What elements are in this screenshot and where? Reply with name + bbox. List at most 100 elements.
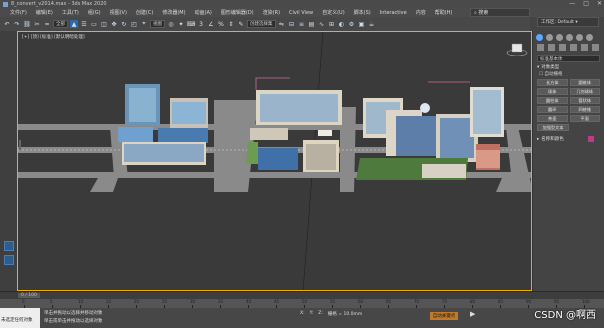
sphere-button[interactable]: 球体 (537, 88, 568, 95)
time-slider-frame: 0 / 100 (18, 293, 40, 298)
modify-tab-icon[interactable] (546, 34, 553, 41)
schematic-view-icon[interactable]: ⊞ (328, 20, 336, 28)
object-color-swatch[interactable] (588, 136, 594, 142)
time-slider[interactable]: 0 / 100 (0, 291, 604, 299)
play-icon[interactable]: ▶ (470, 310, 475, 318)
menu-item[interactable]: 图形编辑器(D) (221, 9, 254, 16)
minimize-button[interactable]: — (569, 0, 575, 7)
torus-button[interactable]: 圆环 (537, 106, 568, 113)
menu-item[interactable]: Interactive (380, 10, 407, 16)
select-manipulate-icon[interactable]: ✦ (177, 20, 185, 28)
viewport-resize-handle[interactable] (19, 140, 21, 150)
workspace-dropdown[interactable]: 工作区: Default ▾ (537, 17, 599, 27)
place-icon[interactable]: ⌖ (140, 20, 148, 28)
box-button[interactable]: 长方体 (537, 79, 568, 86)
menu-item[interactable]: 创建(C) (136, 9, 153, 16)
menu-item[interactable]: Civil View (289, 10, 313, 16)
menu-item[interactable]: 视图(V) (110, 9, 127, 16)
coord-y[interactable]: Y: (310, 311, 314, 317)
textplus-button[interactable]: 加强型文本 (537, 124, 569, 131)
curve-editor-icon[interactable]: ∿ (318, 20, 326, 28)
populate-icon[interactable] (3, 241, 14, 251)
angle-snap-icon[interactable]: ∠ (207, 20, 215, 28)
coord-x[interactable]: X: (300, 311, 305, 317)
maximize-button[interactable]: □ (583, 0, 589, 7)
viewport-layout-icon[interactable] (3, 255, 14, 265)
redo-icon[interactable]: ↷ (13, 20, 21, 28)
undo-icon[interactable]: ↶ (3, 20, 11, 28)
percent-snap-icon[interactable]: % (217, 20, 225, 28)
scale-icon[interactable]: ◰ (130, 20, 138, 28)
rect-selection-icon[interactable]: ▭ (90, 20, 98, 28)
viewport-label[interactable]: [+] [顶] [标准] [默认明暗处理] (22, 34, 85, 40)
search-input[interactable]: ⌕ 搜索 (470, 8, 530, 17)
hierarchy-tab-icon[interactable] (556, 34, 563, 41)
pivot-center-icon[interactable]: ◎ (167, 20, 175, 28)
snap-icon[interactable]: 3 (197, 20, 205, 28)
rollout-object-type[interactable]: ▾ 对象类型 (537, 64, 600, 71)
coord-z[interactable]: Z: (318, 311, 323, 317)
menu-item[interactable]: 动画(A) (195, 9, 212, 16)
tube-button[interactable]: 管状体 (569, 97, 600, 104)
move-icon[interactable]: ✥ (110, 20, 118, 28)
helpers-icon[interactable] (581, 44, 588, 51)
autogrid-checkbox[interactable]: ☐ 自动栅格 (539, 71, 598, 77)
align-icon[interactable]: ⊟ (288, 20, 296, 28)
menu-item[interactable]: 文件(F) (10, 9, 27, 16)
category-dropdown[interactable]: 标准基本体 (537, 55, 600, 62)
menu-item[interactable]: 内容 (416, 9, 426, 16)
link-icon[interactable]: ⛓ (23, 20, 31, 28)
spinner-snap-icon[interactable]: ⇕ (227, 20, 235, 28)
ribbon-icon[interactable]: ▤ (308, 20, 316, 28)
viewcube[interactable] (506, 42, 528, 57)
rotate-icon[interactable]: ↻ (120, 20, 128, 28)
rollout-name-color[interactable]: ▸ 名称和颜色 (537, 136, 600, 142)
menu-item[interactable]: 脚本(S) (354, 9, 371, 16)
shapes-icon[interactable] (548, 44, 555, 51)
window-crossing-icon[interactable]: ◫ (100, 20, 108, 28)
geometry-icon[interactable] (537, 44, 544, 51)
motion-tab-icon[interactable] (566, 34, 573, 41)
unlink-icon[interactable]: ✂ (33, 20, 41, 28)
rendered-frame-icon[interactable]: ▣ (358, 20, 366, 28)
named-selection-set-dropdown[interactable]: 创建选择集 (247, 20, 276, 28)
create-tab-icon[interactable] (536, 34, 543, 41)
geosphere-button[interactable]: 几何球体 (569, 88, 600, 95)
render-icon[interactable]: ☕ (368, 20, 376, 28)
mirror-icon[interactable]: ⇋ (278, 20, 286, 28)
viewport-perspective[interactable]: [+] [顶] [标准] [默认明暗处理] (17, 31, 532, 291)
render-setup-icon[interactable]: ⚙ (348, 20, 356, 28)
material-editor-icon[interactable]: ◐ (338, 20, 346, 28)
primitive-buttons: 长方体 圆锥体 球体 几何球体 圆柱体 管状体 圆环 四棱锥 茶壶 平面 (537, 79, 600, 122)
menu-item[interactable]: 修改器(M) (162, 9, 185, 16)
cameras-icon[interactable] (570, 44, 577, 51)
plane-button[interactable]: 平面 (569, 115, 600, 122)
select-object-icon[interactable]: ▲ (70, 20, 78, 28)
edit-named-sets-icon[interactable]: ✎ (237, 20, 245, 28)
menu-item[interactable]: 帮助(H) (435, 9, 453, 16)
main-toolbar: ↶ ↷ ⛓ ✂ ≈ 全部 ▲ ☰ ▭ ◫ ✥ ↻ ◰ ⌖ 视图 ◎ ✦ ⌨ 3 … (0, 17, 530, 31)
menu-item[interactable]: 工具(T) (62, 9, 79, 16)
lights-icon[interactable] (559, 44, 566, 51)
teapot-button[interactable]: 茶壶 (537, 115, 568, 122)
cone-button[interactable]: 圆锥体 (569, 79, 600, 86)
ruler-tick-label: 20 (134, 299, 140, 304)
close-button[interactable]: ✕ (597, 0, 602, 7)
menu-item[interactable]: 自定义(U) (322, 9, 345, 16)
reference-coordinate-dropdown[interactable]: 视图 (150, 20, 165, 28)
select-by-name-icon[interactable]: ☰ (80, 20, 88, 28)
utilities-tab-icon[interactable] (586, 34, 593, 41)
bind-space-warp-icon[interactable]: ≈ (43, 20, 51, 28)
cylinder-button[interactable]: 圆柱体 (537, 97, 568, 104)
display-tab-icon[interactable] (576, 34, 583, 41)
layer-explorer-icon[interactable]: ≡ (298, 20, 306, 28)
spacewarps-icon[interactable] (592, 44, 599, 51)
pyramid-button[interactable]: 四棱锥 (569, 106, 600, 113)
menu-item[interactable]: 组(G) (88, 9, 101, 16)
menu-item[interactable]: 渲染(R) (263, 9, 280, 16)
keyboard-shortcut-icon[interactable]: ⌨ (187, 20, 196, 28)
menu-item[interactable]: 编辑(E) (36, 9, 53, 16)
track-bar[interactable]: 0 5 10 15 20 25 30 35 40 45 50 55 60 65 70 75 80 85 90 95 10… (0, 299, 604, 308)
autokey-button[interactable]: 自动关键点 (430, 312, 458, 320)
selection-filter-dropdown[interactable]: 全部 (53, 20, 68, 28)
